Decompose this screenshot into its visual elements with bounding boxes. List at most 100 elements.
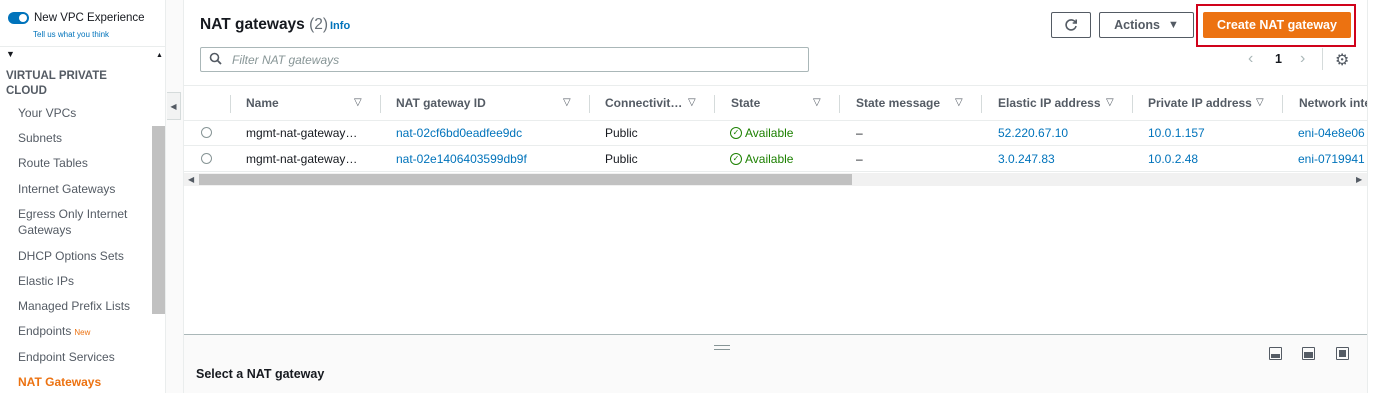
cell-nat-gateway-id[interactable]: nat-02e1406403599db9f [396,152,581,166]
navigation-sidebar: New VPC Experience Tell us what you thin… [0,0,166,393]
column-header-private-ip-address[interactable]: Private IP address [1148,96,1258,110]
gear-icon[interactable]: ⚙ [1335,50,1349,70]
row-select-radio[interactable] [201,127,212,138]
new-badge: New [74,328,91,337]
sidebar-item-your-vpcs[interactable]: Your VPCs [18,105,148,121]
state-text: Available [745,152,794,166]
column-header-nat-gateway-id[interactable]: NAT gateway ID [396,96,546,110]
actions-label: Actions [1114,18,1160,32]
sort-icon[interactable]: ▽ [1106,97,1114,108]
filter-input[interactable]: Filter NAT gateways [200,47,809,72]
sort-icon[interactable]: ▽ [813,97,821,108]
caret-down-icon: ▼ [1167,19,1179,31]
scroll-left-icon[interactable]: ◀ [188,173,194,186]
sidebar-item-internet-gateways[interactable]: Internet Gateways [18,181,148,197]
sidebar-item-nat-gateways[interactable]: NAT Gateways [18,374,148,390]
sidebar-item-dhcp-options-sets[interactable]: DHCP Options Sets [18,248,148,264]
chevron-left-icon[interactable]: ‹ [1248,50,1253,68]
sidebar-item-label: Endpoints [18,324,72,338]
divider [0,46,166,47]
sort-icon[interactable]: ▽ [1256,97,1264,108]
refresh-icon [1065,19,1077,31]
cell-elastic-ip[interactable]: 3.0.247.83 [998,152,1128,166]
sidebar-item-managed-prefix-lists[interactable]: Managed Prefix Lists [18,298,148,314]
title-text: NAT gateways [200,16,305,33]
actions-button[interactable]: Actions ▼ [1099,12,1194,38]
scroll-up-icon[interactable]: ▲ [156,52,163,59]
cell-private-ip[interactable]: 10.0.1.157 [1148,126,1278,140]
page-edge [1367,0,1373,393]
new-vpc-experience-toggle[interactable] [8,12,29,24]
sidebar-item-egress-only-internet-gateways[interactable]: Egress Only Internet Gateways [18,206,148,238]
collapse-sidebar-button[interactable]: ◀ [167,92,181,120]
sidebar-item-subnets[interactable]: Subnets [18,130,148,146]
cell-network-interface[interactable]: eni-04e8e06 [1298,126,1367,140]
chevron-right-icon[interactable]: › [1300,50,1305,68]
table-row[interactable]: mgmt-nat-gateway… nat-02e1406403599db9f … [184,147,1373,172]
highlight-box [1196,4,1356,47]
caret-left-icon: ◀ [170,101,177,111]
column-divider [230,95,231,113]
cell-state: ✓ Available [730,152,840,166]
panel-full-icon[interactable] [1336,347,1349,360]
column-divider [1132,95,1133,113]
check-circle-icon: ✓ [730,153,742,165]
scroll-right-icon[interactable]: ▶ [1356,173,1362,186]
column-header-name[interactable]: Name [246,96,346,110]
cell-connectivity: Public [605,126,638,140]
sort-icon[interactable]: ▽ [563,97,571,108]
section-title: VIRTUAL PRIVATE CLOUD [6,70,107,97]
search-icon [209,52,222,68]
current-page[interactable]: 1 [1275,52,1282,66]
cell-name: mgmt-nat-gateway… [246,152,358,166]
column-header-network-interface[interactable]: Network inte [1299,96,1367,110]
column-header-state[interactable]: State [731,96,811,110]
caret-down-icon[interactable]: ▼ [6,49,15,59]
split-panel: Select a NAT gateway [184,334,1368,393]
feedback-link[interactable]: Tell us what you think [33,30,109,39]
cell-state-message: – [856,126,863,140]
sort-icon[interactable]: ▽ [688,97,696,108]
toggle-label: New VPC Experience [34,12,145,24]
check-circle-icon: ✓ [730,127,742,139]
column-header-elastic-ip-address[interactable]: Elastic IP address [998,96,1108,110]
state-text: Available [745,126,794,140]
cell-nat-gateway-id[interactable]: nat-02cf6bd0eadfee9dc [396,126,581,140]
column-divider [714,95,715,113]
split-panel-title: Select a NAT gateway [196,367,325,381]
cell-state-message: – [856,152,863,166]
row-select-radio[interactable] [201,153,212,164]
sidebar-scrollbar[interactable] [152,126,165,314]
cell-connectivity: Public [605,152,638,166]
sort-icon[interactable]: ▽ [354,97,362,108]
sidebar-item-route-tables[interactable]: Route Tables [18,155,148,171]
main-content: NAT gateways (2) Info Actions ▼ Create N… [184,0,1373,393]
column-header-state-message[interactable]: State message [856,96,956,110]
column-header-connectivity[interactable]: Connectivit… [605,96,683,110]
column-divider [1282,95,1283,113]
sidebar-item-elastic-ips[interactable]: Elastic IPs [18,273,148,289]
table-header: Name ▽ NAT gateway ID ▽ Connectivit… ▽ S… [184,85,1373,121]
refresh-button[interactable] [1051,12,1091,38]
sidebar-item-endpoints[interactable]: Endpoints New [18,323,148,341]
column-divider [981,95,982,113]
sidebar-item-endpoint-services[interactable]: Endpoint Services [18,349,148,365]
table-row[interactable]: mgmt-nat-gateway… nat-02cf6bd0eadfee9dc … [184,121,1373,146]
scrollbar-thumb[interactable] [199,174,852,185]
cell-elastic-ip[interactable]: 52.220.67.10 [998,126,1128,140]
collapse-rail [166,0,184,393]
sort-icon[interactable]: ▽ [955,97,963,108]
column-divider [589,95,590,113]
horizontal-scrollbar[interactable]: ◀ ▶ [184,173,1367,186]
column-divider [839,95,840,113]
cell-network-interface[interactable]: eni-0719941 [1298,152,1367,166]
panel-middle-icon[interactable] [1302,347,1315,360]
column-divider [380,95,381,113]
filter-placeholder: Filter NAT gateways [232,52,340,67]
cell-private-ip[interactable]: 10.0.2.48 [1148,152,1278,166]
new-vpc-experience-row: New VPC Experience [8,12,145,24]
info-link[interactable]: Info [330,20,350,32]
drag-handle-icon[interactable] [714,345,730,350]
page-title: NAT gateways (2) [200,16,328,34]
panel-bottom-icon[interactable] [1269,347,1282,360]
